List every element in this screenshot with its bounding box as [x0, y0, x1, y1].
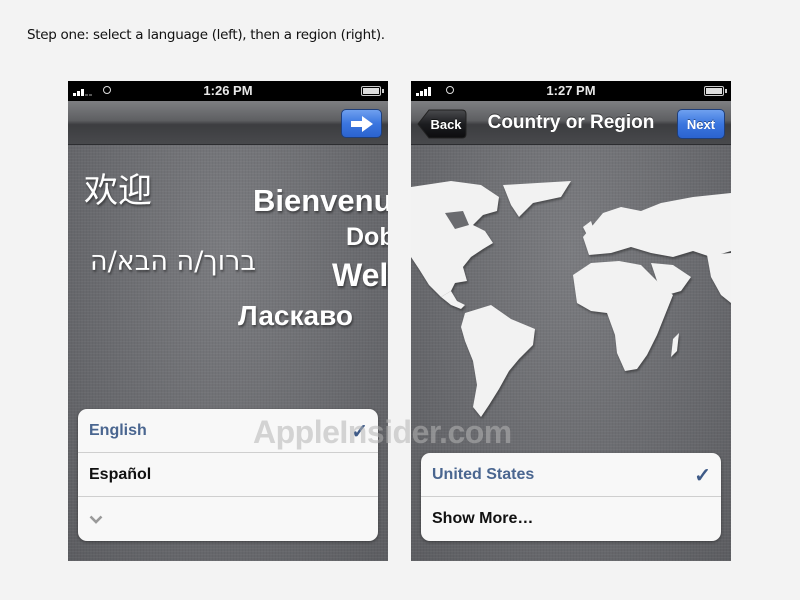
language-label: Español — [89, 465, 152, 483]
status-bar: 1:27 PM — [411, 81, 731, 101]
welcome-hebrew: ברוך/ה הבא/ה — [89, 246, 256, 277]
nav-bar — [68, 101, 388, 145]
region-screen: 1:27 PM Back Country or Region Next Unit… — [411, 81, 731, 561]
battery-icon — [361, 86, 384, 96]
welcome-english: Wel — [332, 257, 388, 293]
world-map — [411, 181, 731, 417]
region-label: United States — [432, 465, 535, 483]
status-bar: 1:26 PM — [68, 81, 388, 101]
map-north-america — [411, 181, 499, 297]
language-list: English ✓ Español — [78, 409, 378, 541]
map-europe — [583, 193, 731, 257]
nav-bar: Back Country or Region Next — [411, 101, 731, 145]
map-greenland — [503, 181, 571, 217]
map-south-america — [461, 305, 535, 417]
language-option-english[interactable]: English ✓ — [78, 409, 378, 453]
checkmark-icon: ✓ — [694, 465, 711, 487]
language-screen: 1:26 PM 欢迎 Bienvenu Dob ברוך/ה הבא/ה Wel… — [68, 81, 388, 561]
language-label: English — [89, 421, 147, 439]
next-arrow-button[interactable] — [341, 109, 382, 138]
show-more-button[interactable]: Show More… — [421, 497, 721, 541]
battery-icon — [704, 86, 727, 96]
region-label: Show More… — [432, 510, 534, 527]
welcome-ukrainian: Ласкаво — [238, 300, 354, 331]
region-list: United States ✓ Show More… — [421, 453, 721, 541]
welcome-french: Bienvenu — [253, 183, 388, 218]
language-option-espanol[interactable]: Español — [78, 453, 378, 497]
next-button[interactable]: Next — [677, 109, 725, 139]
region-option-united-states[interactable]: United States ✓ — [421, 453, 721, 497]
map-uk — [583, 221, 595, 235]
status-time: 1:27 PM — [546, 83, 596, 98]
map-madagascar — [671, 333, 679, 357]
more-languages-button[interactable] — [78, 497, 378, 541]
status-time: 1:26 PM — [203, 83, 253, 98]
right-arrow-icon — [350, 115, 373, 132]
welcome-dobro: Dob — [346, 223, 388, 251]
caption: Step one: select a language (left), then… — [27, 27, 385, 43]
welcome-chinese: 欢迎 — [84, 171, 152, 211]
checkmark-icon: ✓ — [351, 421, 368, 443]
chevron-down-icon — [89, 515, 103, 524]
map-india — [707, 253, 731, 303]
